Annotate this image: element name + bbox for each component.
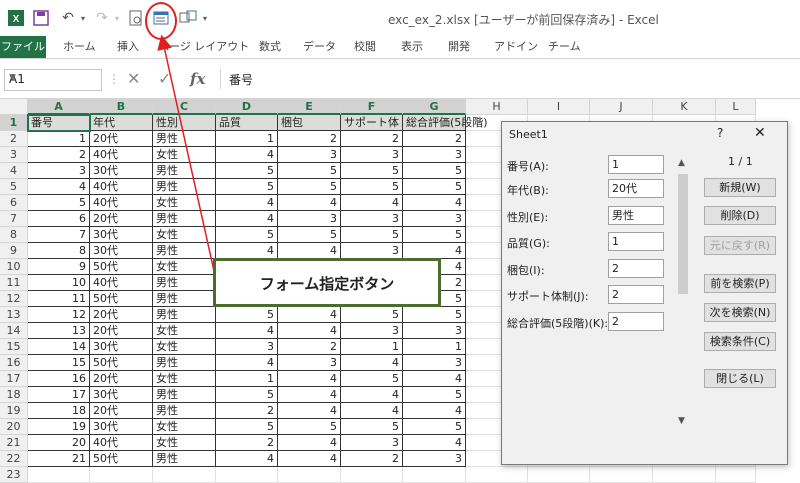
- data-form-dialog: Sheet1 ? ✕ ▲ ▼ 1 / 1 番号(A): 1 年代(B): 20代性別(…: [501, 121, 788, 465]
- field-input[interactable]: 20代: [608, 179, 664, 198]
- record-counter: 1 / 1: [728, 155, 753, 168]
- field-label: 性別(E):: [507, 211, 549, 224]
- dialog-button[interactable]: 次を検索(N): [704, 303, 776, 322]
- scroll-down-icon[interactable]: ▼: [678, 416, 685, 426]
- record-scrollbar[interactable]: ▲ ▼: [676, 158, 690, 426]
- field-input[interactable]: 1: [608, 155, 664, 174]
- field-label: 品質(G):: [507, 237, 550, 250]
- callout-label: フォーム指定ボタン: [259, 275, 395, 293]
- field-input[interactable]: 2: [608, 312, 664, 331]
- annotation-callout: フォーム指定ボタン: [213, 258, 441, 307]
- close-icon[interactable]: ✕: [754, 125, 766, 141]
- dialog-button[interactable]: 閉じる(L): [704, 369, 776, 388]
- dialog-button[interactable]: 前を検索(P): [704, 274, 776, 293]
- field-label: サポート体制(J):: [507, 290, 589, 303]
- field-input[interactable]: 2: [608, 285, 664, 304]
- field-input[interactable]: 2: [608, 259, 664, 278]
- field-label: 番号(A):: [507, 160, 549, 173]
- field-label: 総合評価(5段階)(K):: [507, 317, 609, 330]
- field-input[interactable]: 男性: [608, 206, 664, 225]
- dialog-button[interactable]: 新規(W): [704, 178, 776, 197]
- scroll-up-icon[interactable]: ▲: [678, 158, 685, 168]
- field-label: 梱包(I):: [507, 264, 545, 277]
- help-icon[interactable]: ?: [717, 126, 723, 140]
- dialog-title: Sheet1: [509, 128, 548, 141]
- field-input[interactable]: 1: [608, 232, 664, 251]
- dialog-button[interactable]: 元に戻す(R): [704, 236, 776, 255]
- scrollbar-thumb[interactable]: [678, 174, 688, 294]
- dialog-button[interactable]: 削除(D): [704, 206, 776, 225]
- dialog-button[interactable]: 検索条件(C): [704, 332, 776, 351]
- field-label: 年代(B):: [507, 184, 549, 197]
